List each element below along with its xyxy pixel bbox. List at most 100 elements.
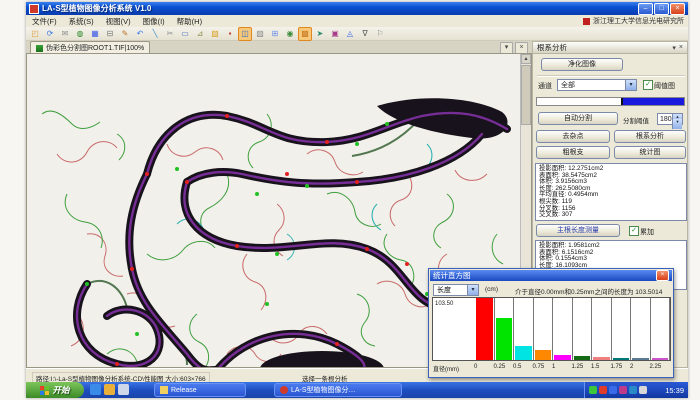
- spin-down-icon[interactable]: ▼: [672, 119, 682, 129]
- task-button-app[interactable]: LA-S型植物图像分…: [274, 383, 402, 397]
- split-threshold-label: 分割阈值: [623, 115, 649, 125]
- bar-column: [573, 298, 593, 360]
- channel-dropdown-icon[interactable]: ▾: [625, 80, 636, 90]
- menu-item-2[interactable]: 视图(V): [100, 16, 137, 27]
- statistics-chart-button[interactable]: 统计图: [614, 146, 686, 159]
- x-tick-label: 2.25: [650, 364, 670, 370]
- tray-icon-3[interactable]: [619, 386, 627, 394]
- analyze-icon[interactable]: ▩: [298, 27, 312, 41]
- x-tick-label: 0.75: [533, 364, 553, 370]
- arrow-icon[interactable]: ➤: [313, 27, 327, 41]
- x-tick-label: 1: [552, 364, 572, 370]
- accumulate-label: 累加: [640, 227, 654, 237]
- maximize-button[interactable]: □: [654, 3, 669, 15]
- layers-icon[interactable]: ▧: [253, 27, 267, 41]
- save-icon[interactable]: ▦: [88, 27, 102, 41]
- undo-icon[interactable]: ↶: [133, 27, 147, 41]
- edit-icon[interactable]: ✎: [118, 27, 132, 41]
- threshold-checkbox-label: 阈值图: [654, 81, 675, 91]
- scroll-up-icon[interactable]: ▴: [521, 54, 531, 64]
- root-analyze-button[interactable]: 根系分析: [614, 130, 686, 143]
- bar: [593, 357, 610, 360]
- histogram-info-text: 介于直径0.00mm和0.25mm之间的长度为 103.5014: [515, 286, 662, 296]
- cut-icon[interactable]: ✂: [163, 27, 177, 41]
- channel-value: 全部: [561, 82, 575, 89]
- close-button[interactable]: ×: [670, 3, 685, 15]
- metric-dropdown-icon[interactable]: ▾: [467, 285, 478, 295]
- bar-column: [592, 298, 612, 360]
- bar: [515, 346, 532, 360]
- flag-icon[interactable]: ⚐: [373, 27, 387, 41]
- main-root-measure-button[interactable]: 主根长度测量: [536, 224, 620, 237]
- x-axis: 直径(mm) 00.250.50.7511.251.51.7522.25: [432, 362, 671, 374]
- task-button-app-label: LA-S型植物图像分…: [291, 385, 356, 395]
- marker-icon[interactable]: ▣: [328, 27, 342, 41]
- threshold-slider[interactable]: [536, 97, 685, 106]
- scrollbar-thumb[interactable]: [521, 65, 531, 125]
- auto-split-button[interactable]: 自动分割: [538, 112, 618, 125]
- thick-root-button[interactable]: 粗根支: [536, 146, 610, 159]
- task-button-release[interactable]: Release: [154, 383, 246, 397]
- tray-icon-0[interactable]: [589, 386, 597, 394]
- quick-launch-icon-2[interactable]: [118, 384, 129, 395]
- metric-value: 长度: [437, 287, 451, 294]
- tray-icon-4[interactable]: [629, 386, 637, 394]
- grid-icon[interactable]: ⊞: [268, 27, 282, 41]
- slider-marker[interactable]: [621, 98, 623, 105]
- bar-column: [514, 298, 534, 360]
- quick-launch-icon-1[interactable]: [104, 384, 115, 395]
- measure-icon[interactable]: ◬: [343, 27, 357, 41]
- line-icon[interactable]: ╲: [148, 27, 162, 41]
- print-icon[interactable]: ⊟: [103, 27, 117, 41]
- bar-plot-area: [475, 298, 670, 360]
- unit-label: (cm): [485, 286, 498, 293]
- bar: [574, 356, 591, 360]
- menu-item-3[interactable]: 图像(I): [137, 16, 171, 27]
- menu-item-1[interactable]: 系统(S): [63, 16, 100, 27]
- org-logo-icon: [583, 18, 590, 25]
- tray-icon-1[interactable]: [599, 386, 607, 394]
- start-button[interactable]: 开始: [26, 382, 84, 398]
- rect-select-icon[interactable]: ▭: [178, 27, 192, 41]
- polygon-icon[interactable]: ∇: [358, 27, 372, 41]
- x-tick-label: 1.75: [611, 364, 631, 370]
- fill-icon[interactable]: ▨: [208, 27, 222, 41]
- bar-column: [631, 298, 651, 360]
- threshold-icon[interactable]: ◫: [238, 27, 252, 41]
- histogram-close-button[interactable]: ×: [656, 270, 669, 281]
- refresh-icon[interactable]: ⟳: [43, 27, 57, 41]
- mail-icon[interactable]: ✉: [58, 27, 72, 41]
- y-max-label: 103.50: [435, 301, 453, 307]
- app-task-icon: [280, 386, 288, 394]
- menu-item-0[interactable]: 文件(F): [26, 16, 63, 27]
- threshold-checkbox[interactable]: ✓: [643, 80, 653, 90]
- color-icon[interactable]: ▪: [223, 27, 237, 41]
- analysis-results-box: 投影面积: 12.2751cm2表面积: 38.5475cm2体积: 3.915…: [535, 163, 687, 221]
- angle-icon[interactable]: ⊿: [193, 27, 207, 41]
- panel-pin-icon[interactable]: ▾: [672, 44, 676, 52]
- menu-item-4[interactable]: 帮助(H): [171, 16, 208, 27]
- open-icon[interactable]: ◰: [28, 27, 42, 41]
- tray-icon-5[interactable]: [639, 386, 647, 394]
- quick-launch-icon-0[interactable]: [90, 384, 101, 395]
- accumulate-checkbox[interactable]: ✓: [629, 226, 639, 236]
- remove-noise-button[interactable]: 去杂点: [536, 130, 610, 143]
- metric-select[interactable]: 长度 ▾: [433, 284, 479, 296]
- channel-select[interactable]: 全部 ▾: [557, 79, 637, 91]
- split-threshold-spinner[interactable]: 180 ▲ ▼: [657, 113, 683, 125]
- purify-image-button[interactable]: 净化图像: [541, 58, 623, 71]
- bar: [476, 298, 493, 360]
- globe-icon[interactable]: ◍: [73, 27, 87, 41]
- panel-close-icon[interactable]: ×: [679, 44, 683, 52]
- desktop: LA-S型植物图像分析系统 V1.0 – □ × 文件(F)系统(S)视图(V)…: [26, 2, 688, 398]
- minimize-button[interactable]: –: [638, 3, 653, 15]
- target-icon[interactable]: ◉: [283, 27, 297, 41]
- panel-title-bar: 根系分析 ▾ ×: [533, 42, 687, 54]
- histogram-chart: 103.50: [432, 297, 671, 361]
- folder-icon: [160, 386, 168, 394]
- panel-title: 根系分析: [537, 42, 567, 53]
- tray-icon-2[interactable]: [609, 386, 617, 394]
- histogram-window: 统计直方图 × 长度 ▾ (cm) 介于直径0.00mm和0.25mm之间的长度…: [428, 268, 674, 378]
- bar: [496, 318, 513, 360]
- bar: [613, 358, 630, 360]
